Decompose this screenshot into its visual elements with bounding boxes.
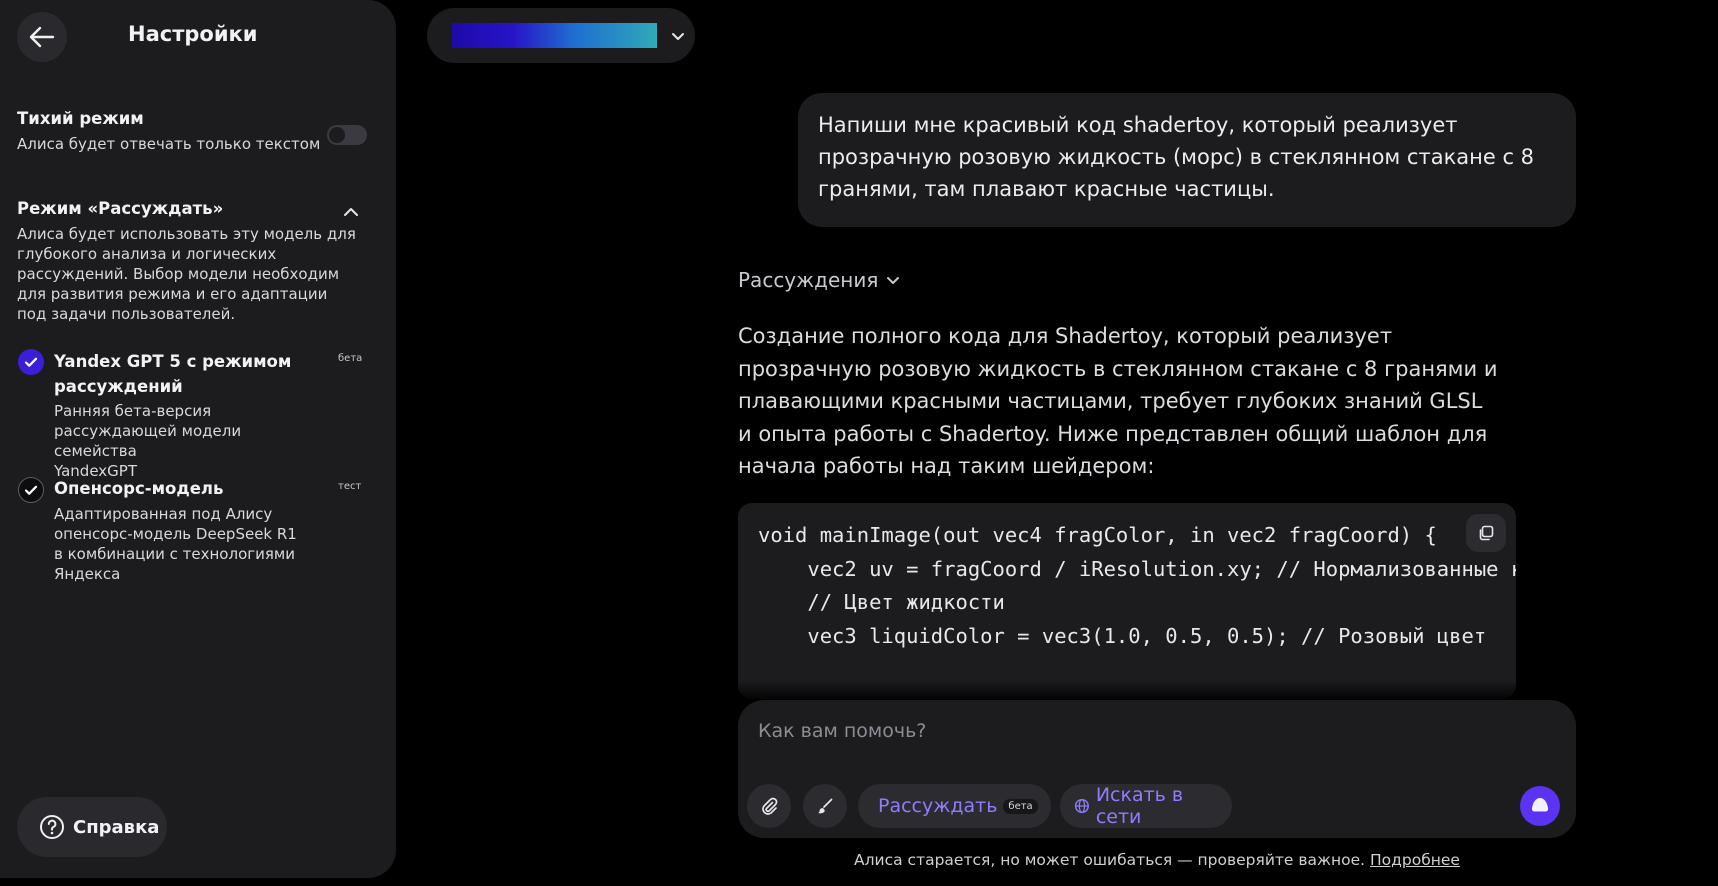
option-desc-line: Ранняя бета-версия xyxy=(54,402,212,420)
copy-icon xyxy=(1479,525,1494,541)
paperclip-icon xyxy=(762,797,778,815)
brush-icon xyxy=(818,798,833,814)
code-content: void mainImage(out vec4 fragColor, in ve… xyxy=(738,503,1516,669)
option-tag-test: тест xyxy=(338,481,362,492)
option-opensource-title[interactable]: Опенсорс-модель xyxy=(54,476,324,501)
reasoning-label: Рассуждения xyxy=(738,268,879,292)
option-yandexgpt-radio[interactable] xyxy=(18,349,44,375)
chevron-down-icon xyxy=(887,277,900,284)
copy-code-button[interactable] xyxy=(1466,514,1506,552)
code-line: // Цвет жидкости xyxy=(758,590,1005,614)
description-line: Алиса будет использовать эту модель для xyxy=(17,225,356,243)
description-line: рассуждений. Выбор модели необходим xyxy=(17,265,340,283)
option-opensource-radio[interactable] xyxy=(18,477,44,503)
code-line: vec2 uv = fragCoord / iResolution.xy; //… xyxy=(807,556,1516,581)
option-title-line: Опенсорс-модель xyxy=(54,479,224,498)
sidebar-title: Настройки xyxy=(128,22,258,46)
alice-button[interactable] xyxy=(1520,786,1560,826)
option-desc-line: опенсорс-модель DeepSeek R1 xyxy=(54,525,297,543)
code-line: void mainImage(out vec4 fragColor, in ve… xyxy=(758,523,1437,547)
alice-icon xyxy=(1531,798,1549,812)
footer-disclaimer: Алиса старается, но может ошибаться — пр… xyxy=(738,851,1576,869)
help-circle-icon xyxy=(40,815,64,839)
help-label: Справка xyxy=(73,816,160,838)
help-button[interactable]: Справка xyxy=(17,797,167,857)
draw-button[interactable] xyxy=(803,784,847,828)
option-title-line: рассуждений xyxy=(54,377,183,396)
chevron-down-icon xyxy=(672,32,684,40)
reasoning-mode-description: Алиса будет использовать эту модель для … xyxy=(17,224,356,324)
chevron-up-icon xyxy=(344,208,358,216)
description-line: глубокого анализа и логических xyxy=(17,245,277,263)
check-icon xyxy=(24,485,38,495)
globe-icon xyxy=(1074,798,1089,814)
option-yandexgpt-title[interactable]: Yandex GPT 5 с режимом рассуждений xyxy=(54,349,324,399)
model-selector[interactable] xyxy=(427,8,695,63)
beta-badge: бета xyxy=(1003,798,1038,814)
option-tag-beta: бета xyxy=(338,353,363,364)
more-link[interactable]: Подробнее xyxy=(1370,851,1460,869)
code-line: vec3 liquidColor = vec3(1.0, 0.5, 0.5); … xyxy=(758,623,1487,648)
settings-sidebar: Настройки Тихий режим Алиса будет отвеча… xyxy=(0,0,396,878)
composer: Рассуждать бета Искать в сети xyxy=(738,700,1576,838)
description-line: под задачи пользователей. xyxy=(17,305,236,323)
arrow-left-icon xyxy=(29,26,55,48)
attach-button[interactable] xyxy=(747,784,791,828)
option-desc-line: в комбинации с технологиями xyxy=(54,545,295,563)
option-yandexgpt-description: Ранняя бета-версия рассуждающей модели с… xyxy=(54,401,314,481)
collapse-button[interactable] xyxy=(341,202,361,222)
back-button[interactable] xyxy=(17,12,67,62)
quiet-mode-toggle[interactable] xyxy=(327,125,367,145)
code-block: void mainImage(out vec4 fragColor, in ve… xyxy=(738,503,1516,699)
option-desc-line: Адаптированная под Алису xyxy=(54,505,273,523)
check-icon xyxy=(24,357,38,367)
reasoning-toggle[interactable]: Рассуждения xyxy=(738,268,902,292)
option-opensource-description: Адаптированная под Алису опенсорс-модель… xyxy=(54,504,314,584)
code-fade xyxy=(738,680,1516,702)
user-message: Напиши мне красивый код shadertoy, котор… xyxy=(798,93,1576,227)
description-line: для развития режима и его адаптации xyxy=(17,285,328,303)
web-search-label: Искать в сети xyxy=(1095,784,1184,828)
message-input[interactable] xyxy=(758,720,1518,742)
web-search-button[interactable]: Искать в сети xyxy=(1060,784,1232,828)
toggle-knob xyxy=(329,127,345,143)
option-title-line: Yandex GPT 5 с режимом xyxy=(54,352,292,371)
reason-mode-label: Рассуждать xyxy=(878,795,998,817)
reasoning-mode-title: Режим «Рассуждать» xyxy=(17,199,224,218)
quiet-mode-title: Тихий режим xyxy=(17,109,144,128)
option-desc-line: Яндекса xyxy=(54,565,121,583)
assistant-answer: Создание полного кода для Shadertoy, кот… xyxy=(738,324,1498,478)
model-logo xyxy=(452,23,657,48)
option-desc-line: рассуждающей модели семейства xyxy=(54,422,242,460)
reason-mode-button[interactable]: Рассуждать бета xyxy=(858,784,1051,828)
quiet-mode-description: Алиса будет отвечать только текстом xyxy=(17,135,321,153)
disclaimer-text: Алиса старается, но может ошибаться — пр… xyxy=(854,851,1366,869)
